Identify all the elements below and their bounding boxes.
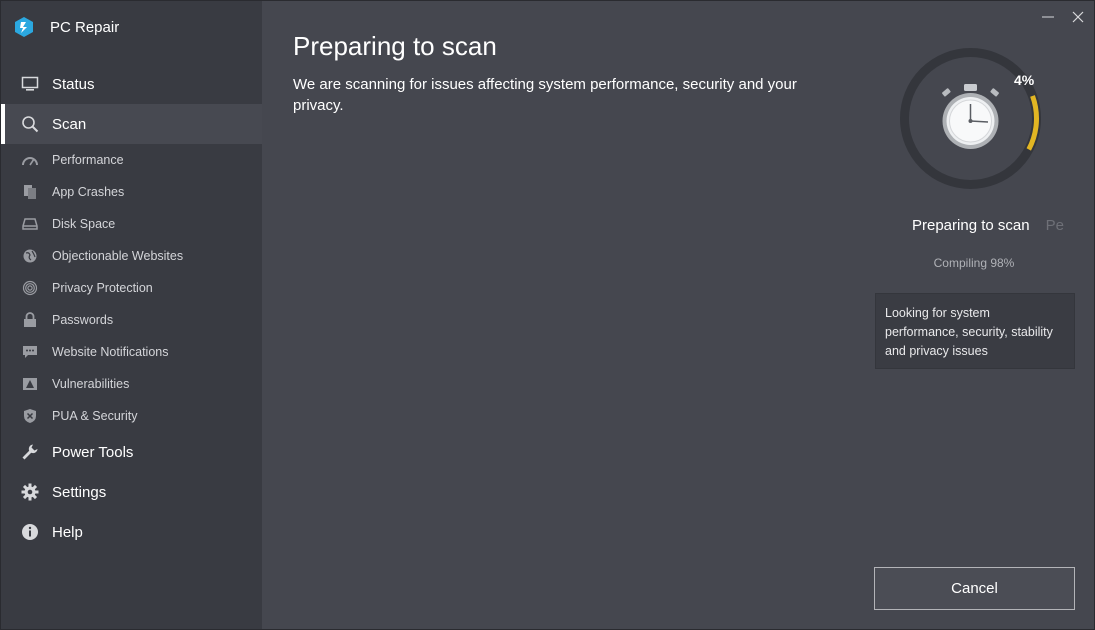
app-crash-icon [22,184,38,200]
minimize-icon [1042,16,1054,18]
close-button[interactable] [1070,9,1086,25]
info-icon [21,523,39,541]
gear-icon [21,483,39,501]
sidebar-subitem-disk-space[interactable]: Disk Space [1,208,262,240]
scan-status-row: Preparing to scan Pe [874,217,1074,234]
sidebar-subitem-website-notifications[interactable]: Website Notifications [1,336,262,368]
sidebar-subitem-privacy-protection[interactable]: Privacy Protection [1,272,262,304]
wrench-icon [21,443,39,461]
vulnerability-icon [22,376,38,392]
padlock-icon [22,312,38,328]
next-step-label: Pe [1045,217,1064,234]
sidebar-item-status[interactable]: Status [1,64,262,104]
sidebar: PC Repair Status Scan Performance App Cr… [1,1,262,629]
hard-drive-icon [22,216,38,232]
globe-icon [22,248,38,264]
window-controls [1040,9,1086,25]
sidebar-subitem-label: PUA & Security [52,409,138,423]
chat-bubble-icon [22,344,38,360]
cancel-button[interactable]: Cancel [874,567,1075,610]
sub-status-label: Compiling 98% [933,256,1015,270]
sidebar-item-scan[interactable]: Scan [1,104,262,144]
sidebar-item-label: Status [52,75,95,93]
sidebar-subitem-app-crashes[interactable]: App Crashes [1,176,262,208]
sidebar-item-label: Scan [52,115,87,133]
brand: PC Repair [13,15,119,39]
sidebar-subitem-label: Passwords [52,313,114,327]
sidebar-subitem-vulnerabilities[interactable]: Vulnerabilities [1,368,262,400]
page-title: Preparing to scan [293,31,497,61]
sidebar-item-help[interactable]: Help [1,512,262,552]
sidebar-subitem-passwords[interactable]: Passwords [1,304,262,336]
sidebar-subitem-pua-security[interactable]: PUA & Security [1,400,262,432]
sidebar-item-label: Help [52,523,83,541]
monitor-icon [21,75,39,93]
sidebar-nav: Status Scan Performance App Crashes Disk… [1,64,262,552]
sidebar-subitem-performance[interactable]: Performance [1,144,262,176]
minimize-button[interactable] [1040,9,1056,25]
sidebar-subitem-label: Website Notifications [52,345,169,359]
app-title: PC Repair [50,18,120,36]
stopwatch-icon [942,84,999,149]
sidebar-item-power-tools[interactable]: Power Tools [1,432,262,472]
sidebar-subitem-label: Disk Space [52,217,116,231]
progress-gauge [900,48,1041,189]
pc-repair-logo-icon [15,17,33,37]
sidebar-item-settings[interactable]: Settings [1,472,262,512]
sidebar-item-label: Settings [52,483,107,501]
shield-icon [22,408,38,424]
fingerprint-icon [22,280,38,296]
speedometer-icon [22,152,38,168]
sidebar-subitem-label: Performance [52,153,124,167]
sidebar-subitem-label: Privacy Protection [52,281,153,295]
sidebar-subitem-label: App Crashes [52,185,125,199]
magnifier-icon [21,115,39,133]
scan-info-box: Looking for system performance, security… [875,293,1075,369]
sidebar-subitem-label: Vulnerabilities [52,377,130,391]
progress-percent: 4% [1014,72,1035,88]
sidebar-subitem-label: Objectionable Websites [52,249,184,263]
main-panel: Preparing to scan We are scanning for is… [262,1,1094,629]
sidebar-subitem-objectionable-websites[interactable]: Objectionable Websites [1,240,262,272]
current-step-label: Preparing to scan [912,217,1030,234]
close-icon [1072,11,1084,23]
sidebar-item-label: Power Tools [52,443,134,461]
app-window: PC Repair Status Scan Performance App Cr… [0,0,1095,630]
page-description: We are scanning for issues affecting sys… [293,76,797,114]
